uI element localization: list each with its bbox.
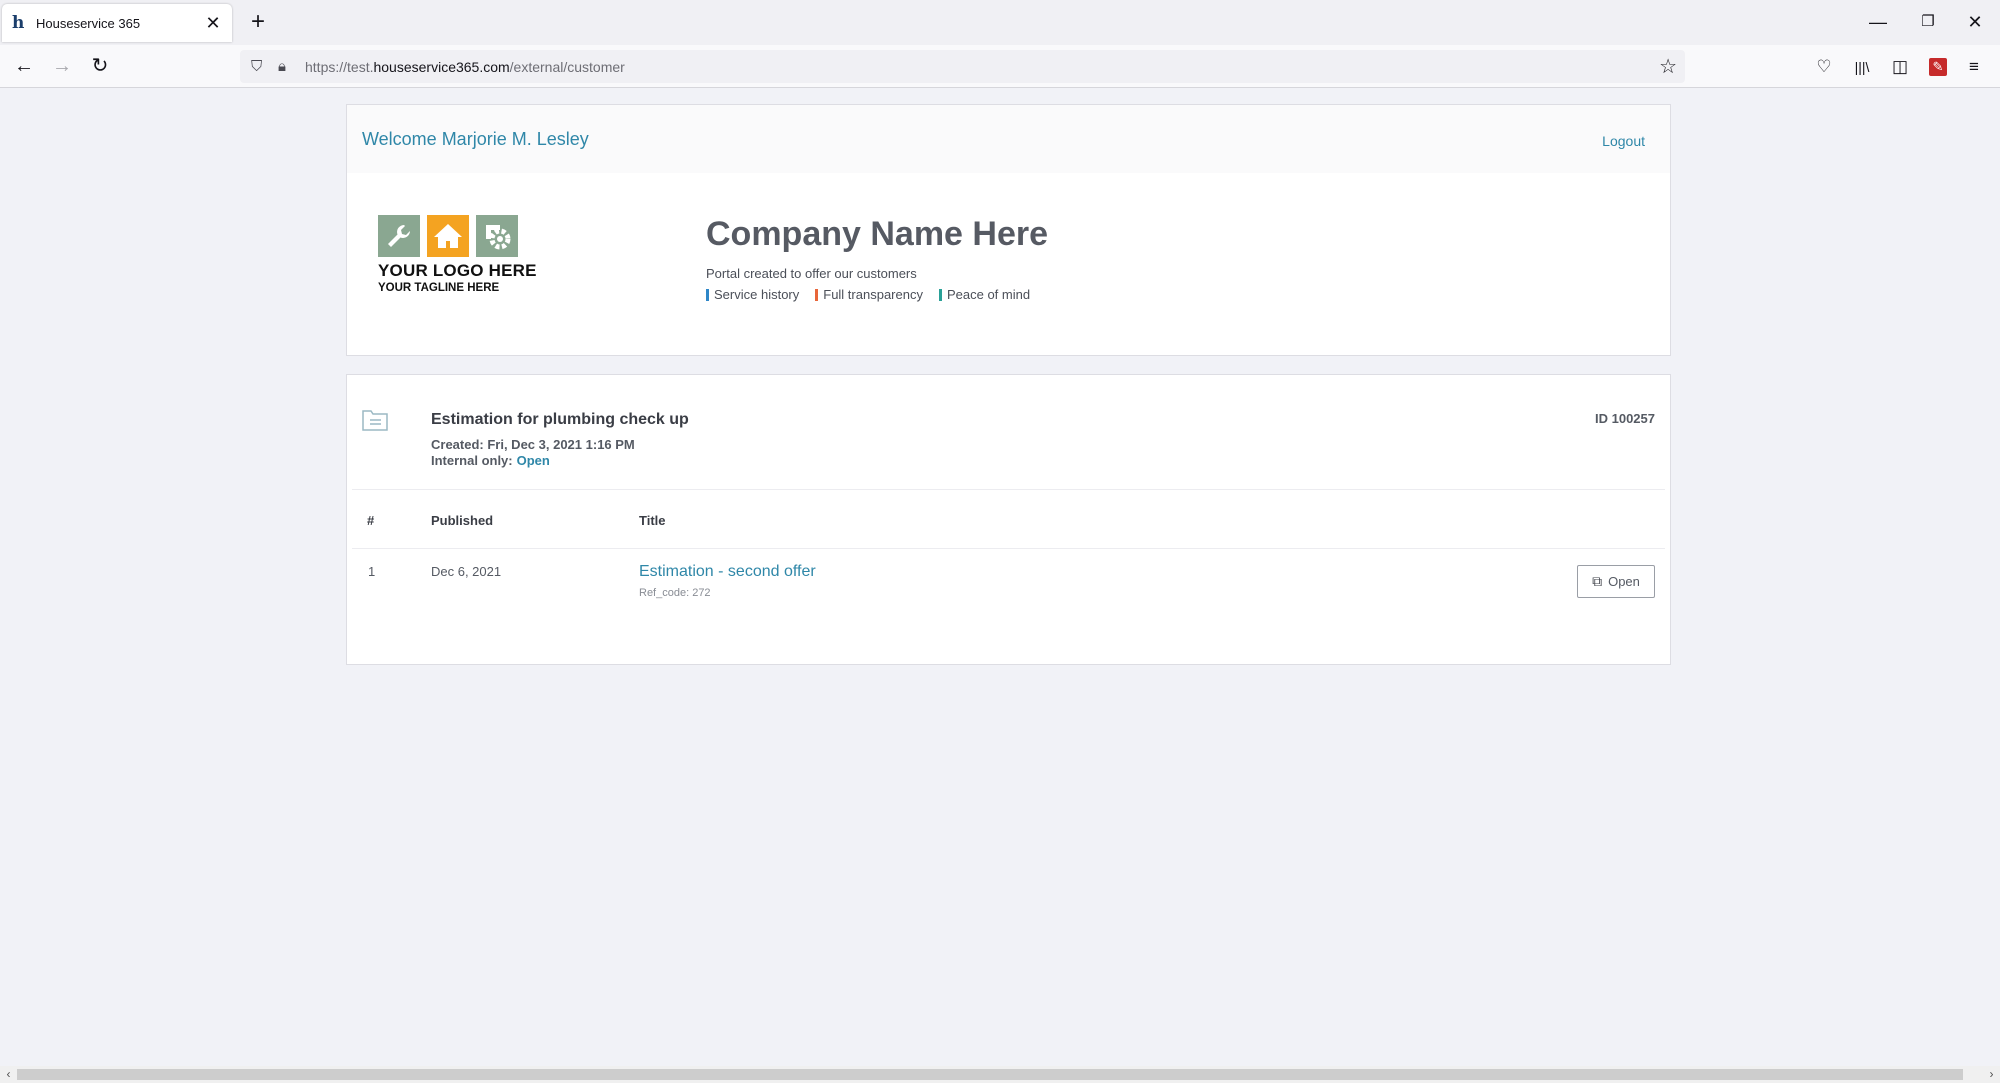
welcome-text: Welcome Marjorie M. Lesley [362, 129, 589, 149]
estimate-card: Estimation for plumbing check up Created… [346, 374, 1671, 665]
row-number: 1 [368, 564, 376, 579]
estimate-title: Estimation for plumbing check up [431, 411, 689, 428]
pillar-service-history: Service history [706, 287, 799, 302]
library-icon[interactable]: |||\ [1850, 55, 1874, 79]
tab-title: Houseservice 365 [36, 15, 141, 31]
logout-link[interactable]: Logout [1602, 133, 1645, 149]
browser-nav-bar: ← → ↻ ⛉ 🔒︎ https://test.houseservice365.… [0, 45, 2000, 88]
company-pillars: Service history Full transparency Peace … [706, 287, 1048, 302]
company-logo: YOUR LOGO HERE YOUR TAGLINE HERE [378, 215, 538, 294]
column-header-number: # [367, 513, 375, 528]
divider [352, 489, 1665, 490]
tracking-shield-icon[interactable]: ⛉ [251, 58, 262, 75]
open-offer-button[interactable]: ⧉ Open [1577, 565, 1655, 598]
gear-icon [476, 215, 518, 257]
portal-header-card: Welcome Marjorie M. Lesley Logout YOUR L… [346, 104, 1671, 356]
pocket-icon[interactable]: ♡ [1812, 55, 1836, 79]
url-text[interactable]: https://test.houseservice365.com/externa… [305, 59, 625, 75]
row-ref-code: Ref_code: 272 [639, 587, 711, 599]
divider [352, 548, 1665, 549]
restore-window-button[interactable]: ❐ [1906, 8, 1950, 36]
wrench-icon [378, 215, 420, 257]
welcome-bar: Welcome Marjorie M. Lesley Logout [347, 105, 1670, 173]
estimate-created: Created: Fri, Dec 3, 2021 1:16 PM [431, 437, 635, 452]
folder-icon [362, 410, 388, 431]
pillar-full-transparency: Full transparency [815, 287, 923, 302]
close-window-button[interactable]: ✕ [1953, 8, 1997, 36]
new-tab-button[interactable]: + [244, 8, 272, 36]
horizontal-scrollbar[interactable]: ‹ › [0, 1066, 2000, 1083]
extension-icon[interactable]: ✎ [1929, 58, 1947, 76]
row-published-date: Dec 6, 2021 [431, 564, 502, 579]
scroll-right-arrow-icon[interactable]: › [1983, 1066, 2000, 1083]
estimate-id: ID 100257 [1595, 411, 1655, 426]
url-bar[interactable]: ⛉ 🔒︎ https://test.houseservice365.com/ex… [240, 50, 1685, 83]
browser-tab[interactable]: h Houseservice 365 ✕ [2, 4, 232, 42]
close-tab-icon[interactable]: ✕ [204, 13, 222, 34]
browser-tab-bar: h Houseservice 365 ✕ + — ❐ ✕ [0, 0, 2000, 45]
menu-icon[interactable]: ≡ [1962, 55, 1986, 79]
bookmark-star-icon[interactable]: ☆ [1659, 54, 1677, 79]
pillar-peace-of-mind: Peace of mind [938, 287, 1030, 302]
logo-main-text: YOUR LOGO HERE [378, 261, 537, 280]
internal-status-value: Open [516, 453, 550, 468]
minimize-window-button[interactable]: — [1856, 8, 1900, 36]
column-header-title: Title [639, 513, 666, 528]
lock-icon[interactable]: 🔒︎ [278, 58, 286, 75]
row-title-link[interactable]: Estimation - second offer [639, 563, 816, 581]
back-button[interactable]: ← [9, 51, 39, 81]
scroll-left-arrow-icon[interactable]: ‹ [0, 1066, 17, 1083]
reload-button[interactable]: ↻ [85, 51, 115, 81]
site-favicon-icon: h [12, 13, 25, 33]
house-icon [427, 215, 469, 257]
logo-tagline: YOUR TAGLINE HERE [378, 282, 500, 294]
sidebar-icon[interactable]: ◫ [1888, 55, 1912, 79]
scrollbar-thumb[interactable] [17, 1069, 1963, 1080]
company-name: Company Name Here [706, 215, 1049, 253]
forward-button[interactable]: → [47, 51, 77, 81]
external-link-icon: ⧉ [1592, 573, 1603, 589]
estimate-internal-status: Internal only: Open [431, 453, 550, 468]
company-info: Company Name Here Portal created to offe… [706, 215, 1048, 302]
company-subtitle: Portal created to offer our customers [706, 266, 917, 281]
column-header-published: Published [431, 513, 494, 528]
